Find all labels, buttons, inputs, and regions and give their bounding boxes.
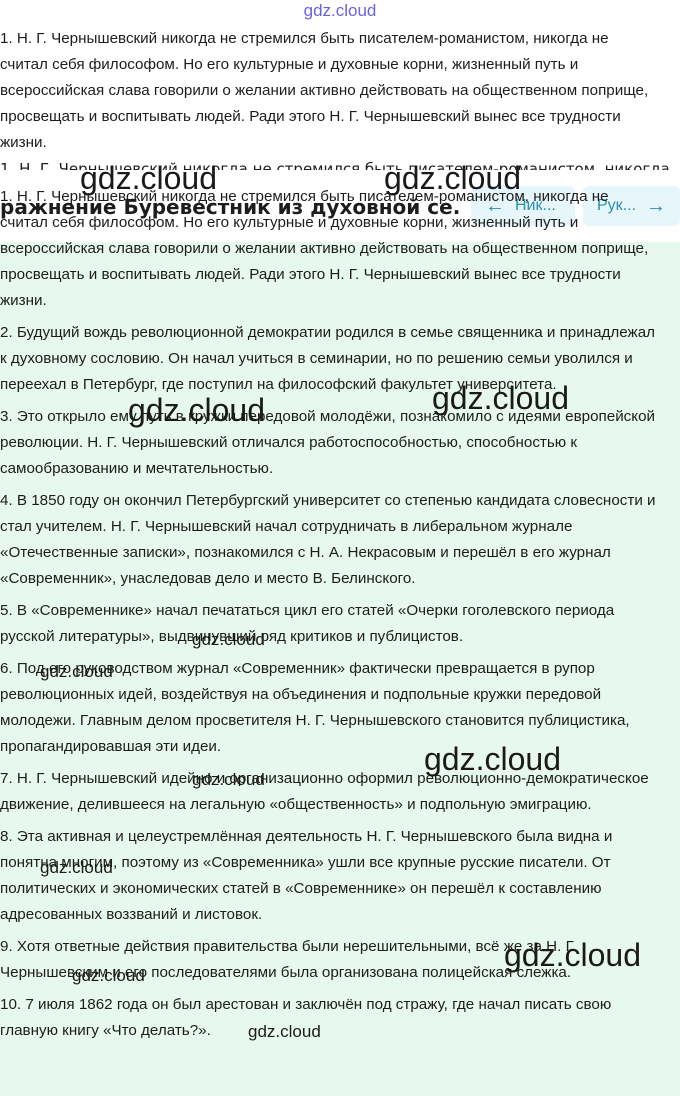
paragraph-4: 4. В 1850 году он окончил Петербургский … — [0, 492, 656, 587]
paragraph-3: 3. Это открыло ему путь в кружки передов… — [0, 408, 656, 477]
answer-content: 1. Н. Г. Чернышевский никогда не стремил… — [0, 188, 680, 1096]
paragraph-10: 10. 7 июля 1862 года он был арестован и … — [0, 996, 612, 1039]
paragraph-5: 5. В «Современнике» начал печататься цик… — [0, 602, 615, 645]
paragraph-6: 6. Под его руководством журнал «Современ… — [0, 660, 630, 755]
paragraph-2: 2. Будущий вождь революционной демократи… — [0, 324, 656, 393]
paragraph-8: 8. Эта активная и целеустремлённая деяте… — [0, 828, 613, 923]
paragraph-1: 1. Н. Г. Чернышевский никогда не стремил… — [0, 188, 649, 309]
scrolled-paragraph: 1. Н. Г. Чернышевский никогда не стремил… — [0, 26, 670, 156]
paragraph-fragment: 1. Н. Г. Чернышевский никогда не стремил… — [0, 160, 670, 170]
paragraph-7: 7. Н. Г. Чернышевский идейно и организац… — [0, 770, 649, 813]
scrolled-line-fragment: 1. Н. Г. Чернышевский никогда не стремил… — [0, 160, 680, 170]
answer-text: 1. Н. Г. Чернышевский никогда не стремил… — [0, 188, 670, 1050]
paragraph-1-scrolled: 1. Н. Г. Чернышевский никогда не стремил… — [0, 30, 649, 151]
watermark-top: gdz.cloud — [303, 1, 377, 20]
paragraph-9: 9. Хотя ответные действия правительства … — [0, 938, 577, 981]
